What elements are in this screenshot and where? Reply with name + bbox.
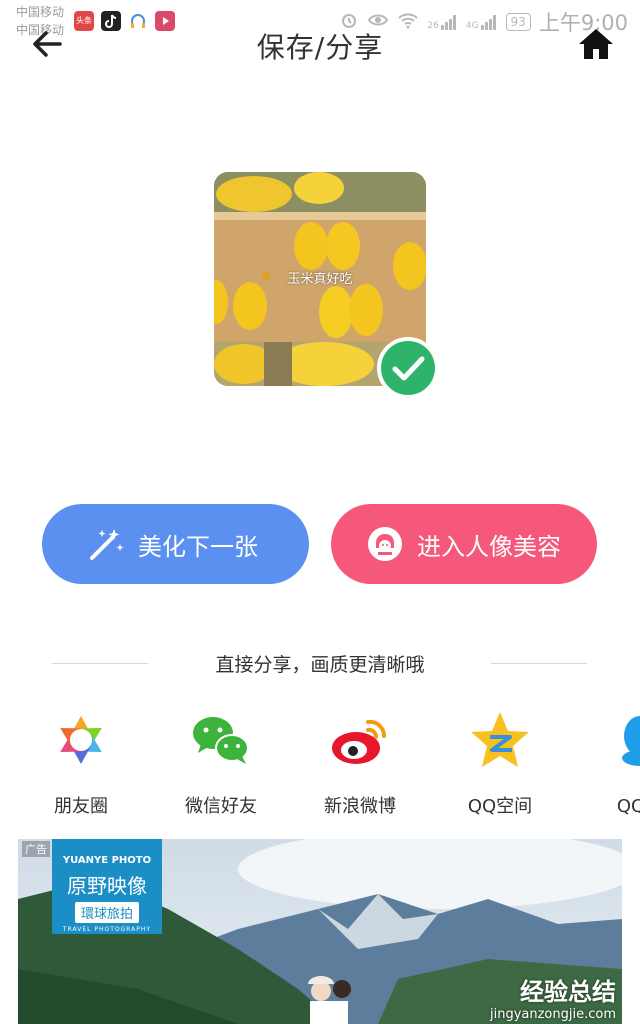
home-icon [579, 29, 613, 59]
magic-wand-icon [86, 524, 126, 564]
ad-brand-logo: YUANYE PHOTO 原野映像 環球旅拍 TRAVEL PHOTOGRAPH… [52, 839, 162, 934]
ad-logo-sub: 環球旅拍 [74, 902, 139, 923]
portrait-face-icon [365, 524, 405, 564]
ad-tag: 广告 [22, 841, 50, 857]
photo-caption: 玉米真好吃 [287, 272, 353, 287]
share-moments[interactable]: 朋友圈 [11, 708, 151, 818]
qq-icon [622, 716, 640, 766]
share-qzone[interactable]: QQ空间 [430, 708, 570, 818]
share-weibo-label: 新浪微博 [324, 796, 396, 817]
share-qq-friend-label: QQ好 [616, 796, 640, 817]
share-moments-label: 朋友圈 [54, 796, 108, 817]
share-qzone-label: QQ空间 [467, 796, 533, 817]
portrait-beauty-button[interactable]: 进入人像美容 [331, 504, 597, 584]
share-divider-right [491, 663, 587, 664]
check-icon [392, 356, 425, 381]
share-wechat[interactable]: 微信好友 [151, 708, 291, 818]
ad-logo-cn: 原野映像 [67, 874, 147, 898]
watermark-main: 经验总结 [520, 978, 616, 1006]
wechat-icon [193, 717, 249, 764]
home-button[interactable] [576, 24, 616, 64]
qzone-icon [471, 712, 529, 767]
header: 保存/分享 [0, 20, 640, 70]
ad-logo-en: YUANYE PHOTO [62, 855, 152, 866]
beautify-next-button[interactable]: 美化下一张 [42, 504, 309, 584]
portrait-beauty-label: 进入人像美容 [417, 532, 561, 561]
page-title: 保存/分享 [256, 31, 384, 64]
site-watermark: 经验总结 jingyanzongjie.com [490, 972, 616, 1022]
watermark-url: jingyanzongjie.com [489, 1007, 616, 1022]
share-weibo[interactable]: 新浪微博 [290, 708, 430, 818]
moments-icon [60, 716, 102, 764]
ad-logo-en-sub: TRAVEL PHOTOGRAPHY [62, 926, 152, 933]
beautify-next-label: 美化下一张 [138, 532, 258, 561]
share-qq-friend[interactable]: QQ好 [570, 708, 640, 818]
carrier-1: 中国移动 [16, 5, 65, 19]
share-wechat-label: 微信好友 [185, 796, 257, 817]
weibo-icon [332, 719, 387, 764]
saved-check-badge [381, 341, 435, 395]
